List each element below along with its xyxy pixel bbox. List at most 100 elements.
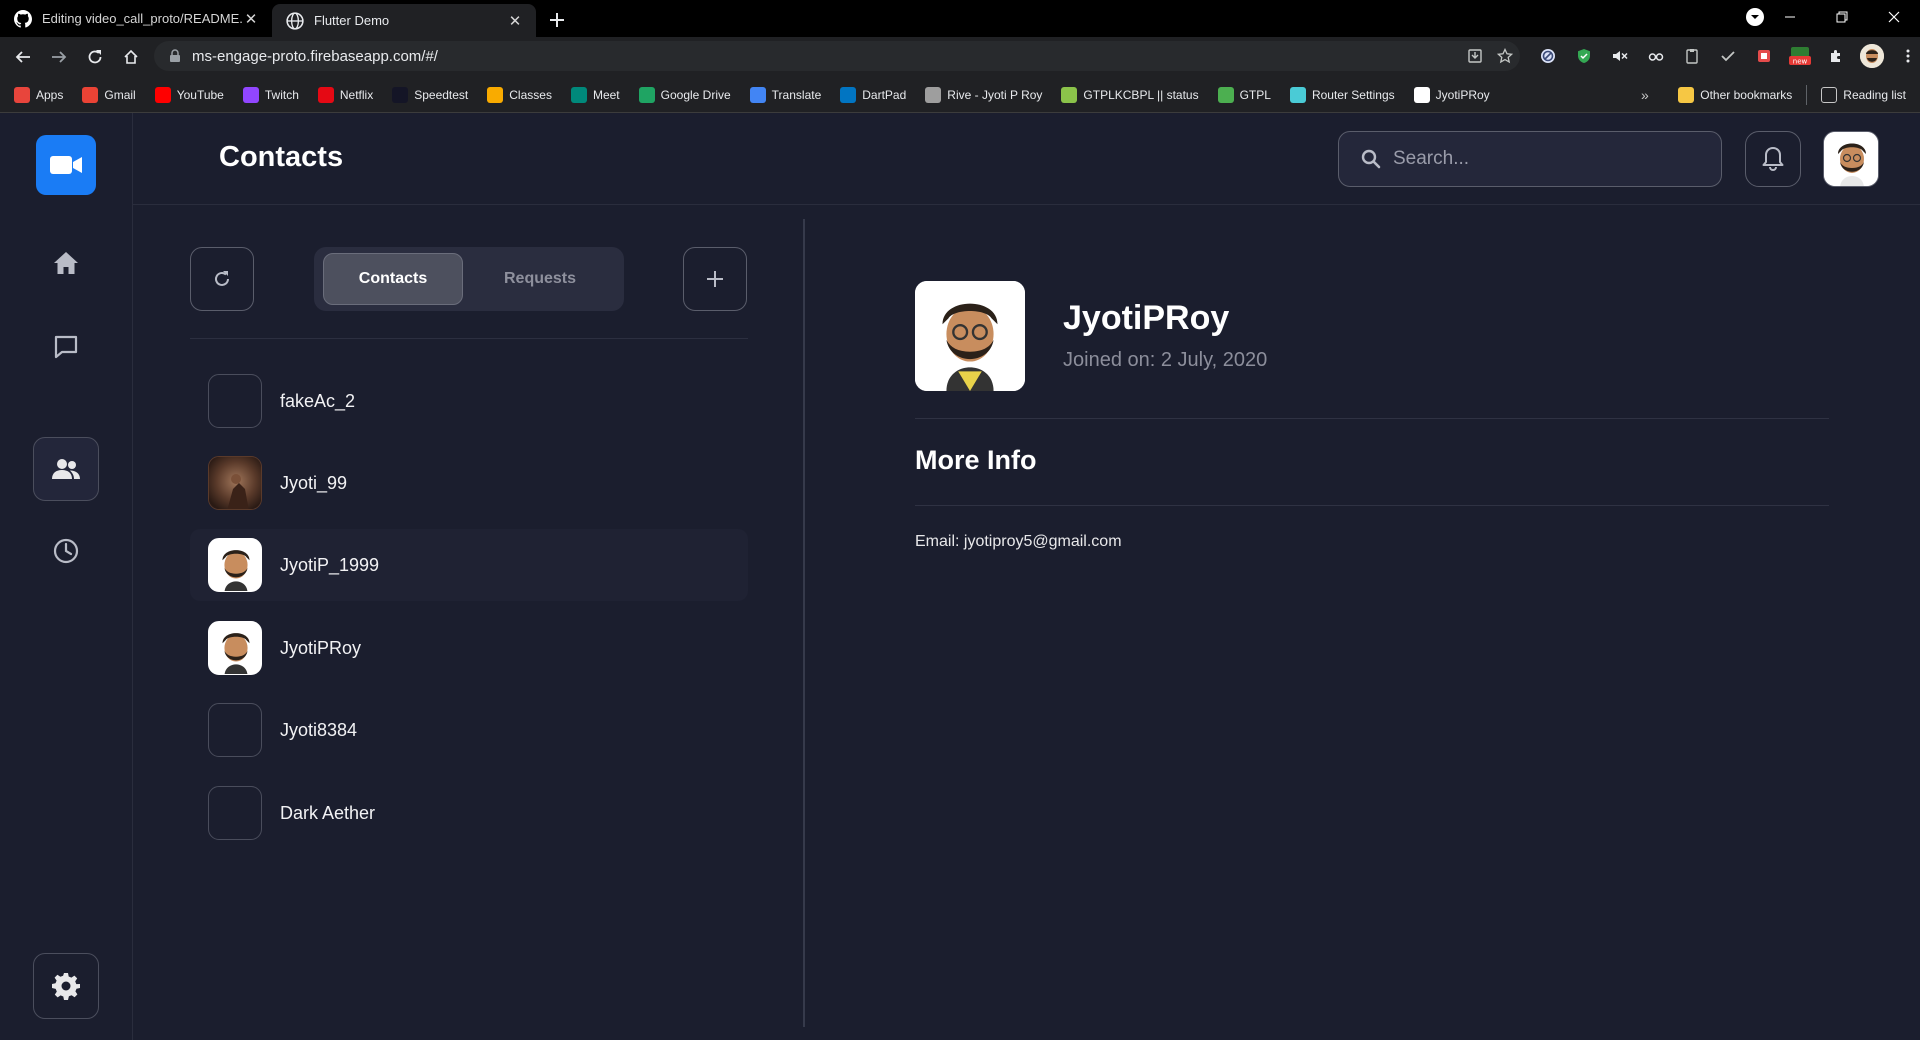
nav-rail xyxy=(0,113,133,1040)
app-header: Contacts xyxy=(133,113,1920,205)
minimize-button[interactable] xyxy=(1764,0,1816,34)
close-icon[interactable]: ✕ xyxy=(506,12,524,30)
bookmark-label: Apps xyxy=(36,87,64,102)
extension-shield[interactable] xyxy=(1566,41,1602,71)
bookmark-item[interactable]: Meet xyxy=(570,86,620,103)
bookmark-label: Translate xyxy=(771,87,822,102)
extension-pdf[interactable] xyxy=(1746,41,1782,71)
restore-button[interactable] xyxy=(1816,0,1868,34)
bookmark-item[interactable]: Twitch xyxy=(242,86,299,103)
bookmark-item[interactable]: Google Drive xyxy=(638,86,731,103)
contact-name: Jyoti_99 xyxy=(280,472,348,493)
search-input[interactable] xyxy=(1393,148,1693,170)
photo-avatar-icon xyxy=(209,457,261,509)
search-box[interactable] xyxy=(1338,131,1722,187)
bookmark-item[interactable]: Translate xyxy=(749,86,822,103)
browser-tab-flutter-demo[interactable]: Flutter Demo ✕ xyxy=(272,4,536,37)
bookmark-item[interactable]: Gmail xyxy=(82,86,136,103)
browser-tab-strip: Editing video_call_proto/README.md ✕ Flu… xyxy=(0,0,1920,37)
bookmark-item[interactable]: GTPLKCBPL || status xyxy=(1061,86,1199,103)
extension-check[interactable] xyxy=(1710,41,1746,71)
classroom-icon xyxy=(487,86,504,103)
browser-tab-readme[interactable]: Editing video_call_proto/README.md ✕ xyxy=(0,0,272,37)
forward-button[interactable] xyxy=(42,40,76,74)
browser-menu-button[interactable] xyxy=(1890,41,1920,71)
extension-glasses[interactable] xyxy=(1638,41,1674,71)
tab-requests[interactable]: Requests xyxy=(465,253,615,305)
bookmark-item[interactable]: Speedtest xyxy=(392,86,469,103)
apps-grid-icon xyxy=(14,86,30,103)
extension-blocker[interactable] xyxy=(1530,41,1566,71)
bookmark-item[interactable]: YouTube xyxy=(154,86,224,103)
contact-item[interactable]: Jyoti8384 xyxy=(190,694,748,766)
extensions-bar: new xyxy=(1530,41,1920,71)
profile-button[interactable] xyxy=(1854,41,1890,71)
bookmark-label: Other bookmarks xyxy=(1700,88,1793,102)
home-icon xyxy=(54,252,78,274)
nav-chat[interactable] xyxy=(33,315,99,379)
extensions-menu-button[interactable] xyxy=(1818,41,1854,71)
reading-list-button[interactable]: Reading list xyxy=(1821,87,1906,103)
app-logo[interactable] xyxy=(36,135,96,195)
home-button[interactable] xyxy=(114,40,148,74)
profile-avatar-button[interactable] xyxy=(1823,131,1879,187)
close-window-button[interactable] xyxy=(1868,0,1920,34)
extension-clipboard[interactable] xyxy=(1674,41,1710,71)
bitmoji-avatar-icon xyxy=(209,539,261,591)
bookmark-label: Twitch xyxy=(264,87,299,102)
contact-item[interactable]: Jyoti_99 xyxy=(190,447,748,519)
globe-icon xyxy=(286,11,304,30)
tab-search-button[interactable] xyxy=(1746,8,1764,26)
other-bookmarks-folder[interactable]: Other bookmarks xyxy=(1678,87,1792,103)
more-bookmarks-button[interactable]: » xyxy=(1641,77,1649,113)
star-icon xyxy=(1497,48,1513,64)
restore-icon xyxy=(1836,11,1848,23)
shield-icon xyxy=(1578,49,1590,63)
bookmark-item[interactable]: Rive - Jyoti P Roy xyxy=(925,86,1042,103)
install-app-button[interactable] xyxy=(1460,41,1490,71)
avatar xyxy=(208,621,262,675)
contact-item[interactable]: Dark Aether xyxy=(190,777,748,849)
page-title: Contacts xyxy=(219,141,344,173)
contact-item[interactable]: fakeAc_2 xyxy=(190,365,748,437)
bookmark-star-button[interactable] xyxy=(1490,41,1520,71)
notifications-button[interactable] xyxy=(1745,131,1801,187)
bookmark-item[interactable]: Netflix xyxy=(317,86,373,103)
nav-home[interactable] xyxy=(33,231,99,295)
nav-contacts[interactable] xyxy=(33,437,99,501)
bookmark-item[interactable]: Router Settings xyxy=(1289,86,1395,103)
refresh-button[interactable] xyxy=(190,247,254,311)
bookmark-item[interactable]: DartPad xyxy=(840,86,906,103)
plus-icon xyxy=(550,13,564,27)
add-contact-button[interactable] xyxy=(683,247,747,311)
avatar xyxy=(208,456,262,510)
app-root: Contacts Contacts Requests fakeAc_2 Jyoti… xyxy=(0,113,1920,1040)
bookmark-item[interactable]: Classes xyxy=(487,86,552,103)
users-icon xyxy=(52,459,80,479)
bookmark-label: Speedtest xyxy=(414,87,469,102)
contact-item[interactable]: JyotiP_1999 xyxy=(190,529,748,601)
extension-mute[interactable] xyxy=(1602,41,1638,71)
contact-email: Email: jyotiproy5@gmail.com xyxy=(915,533,1122,550)
tab-contacts[interactable]: Contacts xyxy=(323,253,463,305)
close-icon[interactable]: ✕ xyxy=(242,10,260,28)
new-tab-button[interactable] xyxy=(542,5,572,35)
chevron-down-icon xyxy=(1751,15,1759,19)
bookmark-item[interactable]: JyotiPRoy xyxy=(1413,86,1490,103)
reload-button[interactable] xyxy=(78,40,112,74)
bookmark-item[interactable]: Apps xyxy=(14,86,64,103)
svg-text:new: new xyxy=(1793,58,1808,66)
dartpad-icon xyxy=(840,86,857,103)
nav-history[interactable] xyxy=(33,519,99,583)
settings-button[interactable] xyxy=(33,953,99,1019)
extension-new[interactable]: new xyxy=(1782,41,1818,71)
bookmark-item[interactable]: GTPL xyxy=(1217,86,1271,103)
netflix-icon xyxy=(317,86,334,103)
address-bar[interactable]: ms-engage-proto.firebaseapp.com/#/ xyxy=(154,41,1520,71)
contact-joined-date: Joined on: 2 July, 2020 xyxy=(1063,349,1268,371)
router-icon xyxy=(1289,86,1306,103)
contact-item[interactable]: JyotiPRoy xyxy=(190,612,748,684)
back-button[interactable] xyxy=(6,40,40,74)
panel-divider xyxy=(803,219,805,1027)
reading-list-icon xyxy=(1821,87,1838,103)
